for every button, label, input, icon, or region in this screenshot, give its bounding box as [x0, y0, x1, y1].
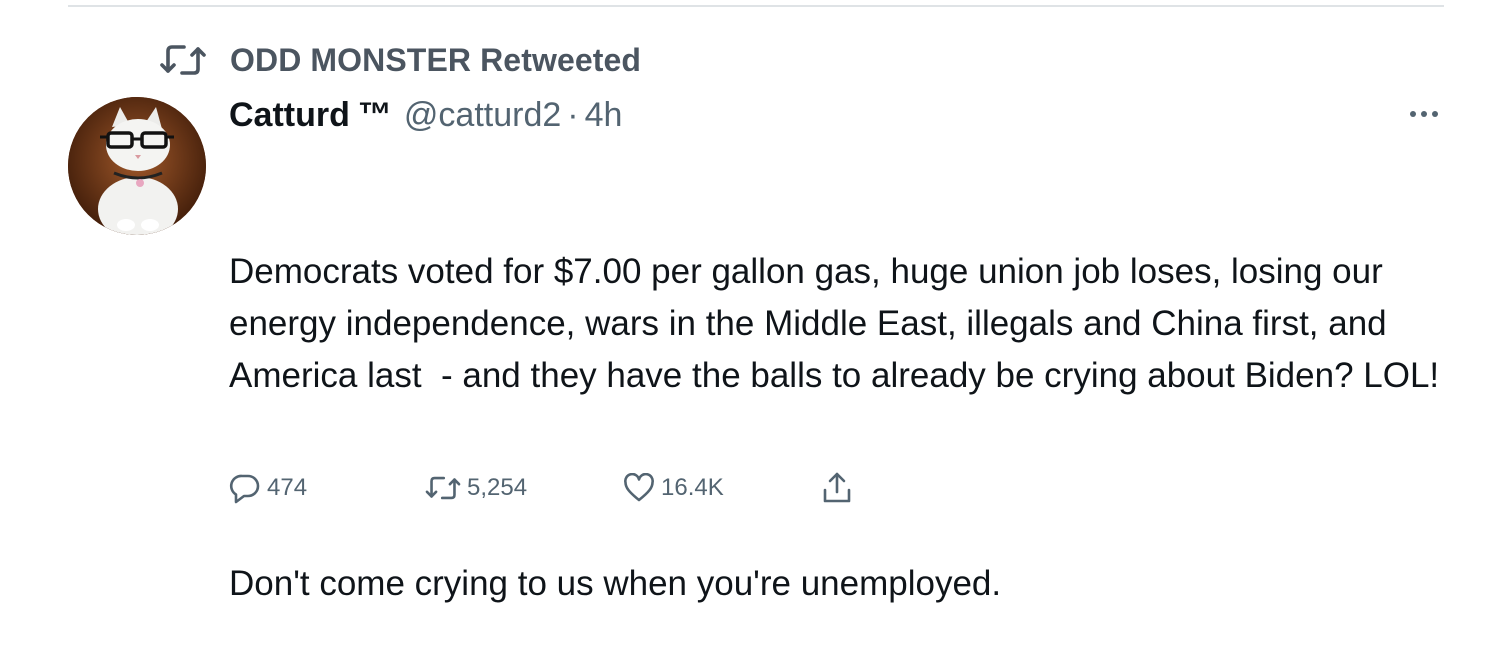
more-options-button[interactable] — [1402, 96, 1446, 132]
reply-icon — [229, 472, 261, 504]
tweet-text-paragraph: Don't come crying to us when you're unem… — [229, 564, 1002, 603]
heart-icon — [623, 473, 655, 503]
tweet-text-paragraph: Democrats voted for $7.00 per gallon gas… — [229, 252, 1440, 395]
retweet-count: 5,254 — [467, 474, 528, 501]
share-button[interactable] — [821, 468, 853, 508]
trademark-badge: ™ — [357, 95, 392, 134]
like-count: 16.4K — [661, 474, 724, 501]
cat-with-glasses-avatar — [68, 97, 206, 235]
more-horizontal-icon — [1410, 111, 1438, 117]
top-divider — [68, 5, 1444, 7]
separator-dot: · — [567, 95, 579, 134]
tweet-timestamp[interactable]: 4h — [585, 96, 623, 135]
tweet-actions: 474 5,254 16.4K — [229, 468, 869, 508]
like-button[interactable]: 16.4K — [623, 468, 724, 508]
retweet-context[interactable]: ODD MONSTER Retweeted — [160, 38, 641, 82]
reply-count: 474 — [267, 474, 308, 501]
tweet-header: Catturd ™ @catturd2 · 4h — [229, 92, 622, 138]
tweet-text: Democrats voted for $7.00 per gallon gas… — [229, 142, 1459, 662]
retweet-button[interactable]: 5,254 — [425, 468, 527, 508]
user-handle[interactable]: @catturd2 — [404, 96, 561, 135]
retweet-icon — [425, 475, 461, 501]
retweet-context-label: ODD MONSTER Retweeted — [230, 41, 642, 78]
share-icon — [821, 471, 853, 505]
avatar[interactable] — [68, 97, 206, 235]
display-name[interactable]: Catturd — [229, 96, 350, 135]
retweet-icon — [160, 40, 208, 80]
reply-button[interactable]: 474 — [229, 468, 307, 508]
